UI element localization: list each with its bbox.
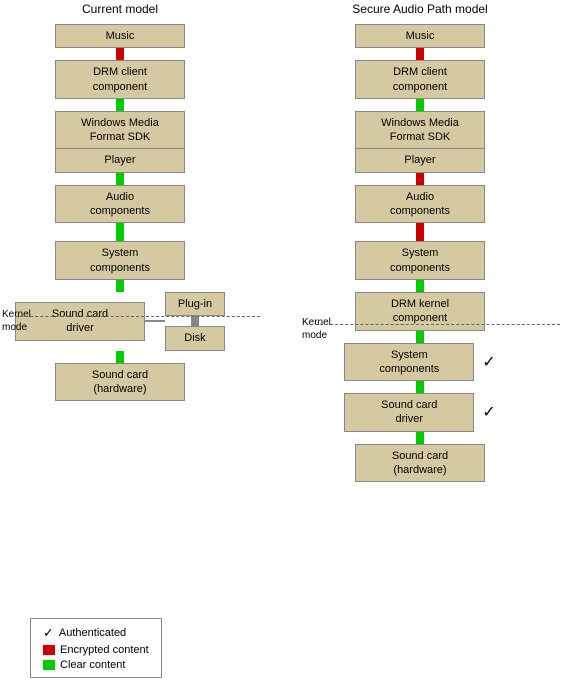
- right-red-connector-2: [416, 173, 424, 185]
- encrypted-swatch: [43, 645, 55, 655]
- right-scd-box: Sound carddriver: [344, 393, 474, 432]
- left-wmf-box: Windows MediaFormat SDK: [55, 111, 185, 150]
- right-player-box: Player: [355, 149, 485, 172]
- left-scd-box: Sound carddriver: [15, 302, 145, 341]
- left-player-box: Player: [55, 149, 185, 172]
- left-h-connector: [145, 320, 165, 322]
- clear-swatch: [43, 660, 55, 670]
- left-green-connector-1: [116, 99, 124, 111]
- left-green-connector-5: [116, 351, 124, 363]
- right-wmf-box: Windows MediaFormat SDK: [355, 111, 485, 150]
- diagram-container: Current model Music DRM clientcomponent …: [0, 0, 567, 692]
- left-plugin-box: Plug-in: [165, 292, 225, 316]
- left-green-connector-2: [116, 173, 124, 185]
- right-column: Secure Audio Path model Music DRM client…: [310, 0, 530, 482]
- legend-authenticated: ✓ Authenticated: [43, 625, 149, 641]
- left-plugin-connector: [191, 316, 199, 326]
- legend-authenticated-label: Authenticated: [59, 627, 126, 639]
- legend-encrypted-label: Encrypted content: [60, 644, 149, 656]
- right-red-connector-1: [416, 48, 424, 60]
- right-green-connector-4: [416, 381, 424, 393]
- right-sys1-box: Systemcomponents: [355, 241, 485, 280]
- left-kernel-divider: [10, 316, 260, 317]
- right-drm-box: DRM clientcomponent: [355, 60, 485, 99]
- legend-clear-label: Clear content: [60, 659, 125, 671]
- right-header: Secure Audio Path model: [310, 2, 530, 16]
- left-disk-box: Disk: [165, 326, 225, 350]
- left-column: Current model Music DRM clientcomponent …: [10, 0, 230, 401]
- left-drm-box: DRM clientcomponent: [55, 60, 185, 99]
- right-green-connector-2: [416, 280, 424, 292]
- legend-encrypted: Encrypted content: [43, 644, 149, 656]
- left-header: Current model: [10, 2, 230, 16]
- right-kernel-divider: [310, 324, 560, 325]
- left-sys-box: Systemcomponents: [55, 241, 185, 280]
- right-green-connector-3: [416, 331, 424, 343]
- left-red-connector-1: [116, 48, 124, 60]
- right-green-connector-1: [416, 99, 424, 111]
- left-green-connector-3: [116, 223, 124, 241]
- right-sys2-box: Systemcomponents: [344, 343, 474, 382]
- left-music-box: Music: [55, 24, 185, 48]
- left-kernel-label: Kernelmode: [2, 308, 31, 334]
- right-sch-box: Sound card(hardware): [355, 444, 485, 483]
- right-green-connector-5: [416, 432, 424, 444]
- left-green-connector-4: [116, 280, 124, 292]
- left-sch-box: Sound card(hardware): [55, 363, 185, 402]
- right-music-box: Music: [355, 24, 485, 48]
- right-checkmark-1: ✓: [482, 352, 495, 372]
- checkmark-icon: ✓: [43, 625, 54, 641]
- right-red-connector-3: [416, 223, 424, 241]
- right-kernel-label: Kernelmode: [302, 316, 331, 342]
- left-audio-box: Audiocomponents: [55, 185, 185, 224]
- right-audio-box: Audiocomponents: [355, 185, 485, 224]
- legend: ✓ Authenticated Encrypted content Clear …: [30, 618, 162, 678]
- right-checkmark-2: ✓: [482, 402, 495, 422]
- legend-clear: Clear content: [43, 659, 149, 671]
